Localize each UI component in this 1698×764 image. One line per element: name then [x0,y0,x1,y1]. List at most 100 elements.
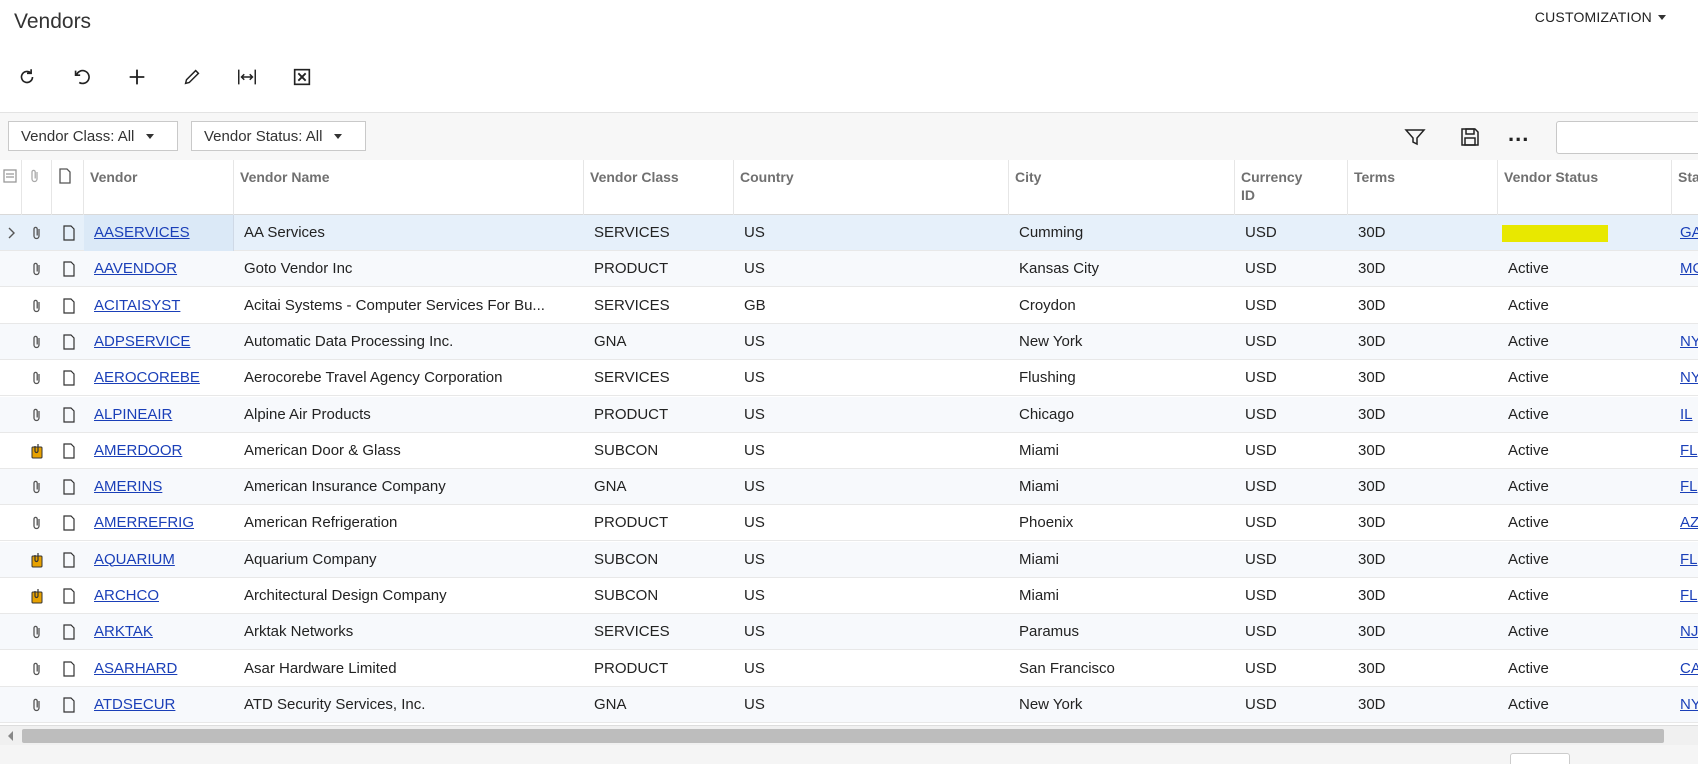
cell-state[interactable]: FL [1672,542,1698,578]
vendor-link[interactable]: AMERDOOR [94,442,182,459]
cell-state[interactable]: CA [1672,651,1698,687]
cell-vendor[interactable]: AMERDOOR [84,433,234,469]
vendor-link[interactable]: ARCHCO [94,587,159,604]
cell-state[interactable]: IL [1672,397,1698,433]
cell-vendor[interactable]: AMERINS [84,469,234,505]
vendor-link[interactable]: ALPINEAIR [94,406,172,423]
cell-vendor[interactable]: ACITAISYST [84,288,234,324]
table-row[interactable]: AMERINS American Insurance Company GNA US Mi… [0,469,1698,506]
filter-icon[interactable] [1403,125,1427,149]
table-row[interactable]: AASERVICES AA Services SERVICES US Cumming US… [0,215,1698,251]
row-files-button[interactable] [26,360,48,396]
cell-vendor[interactable]: AASERVICES [84,215,234,251]
column-header-vendor-status[interactable]: Vendor Status [1498,160,1672,215]
export-excel-button[interactable] [287,62,342,92]
table-row[interactable]: AEROCOREBE Aerocorebe Travel Agency Corpo… [0,360,1698,397]
cell-state[interactable]: NY [1672,360,1698,396]
page-size-input[interactable] [1510,753,1570,764]
cell-vendor[interactable]: AQUARIUM [84,542,234,578]
column-header-vendor-name[interactable]: Vendor Name [234,160,584,215]
search-input[interactable] [1556,121,1698,154]
vendor-link[interactable]: AASERVICES [94,224,190,241]
column-header-vendor-class[interactable]: Vendor Class [584,160,734,215]
vendor-link[interactable]: ASARHARD [94,660,177,677]
scrollbar-thumb[interactable] [22,729,1664,743]
cell-state[interactable]: NJ [1672,614,1698,650]
cell-vendor[interactable]: AEROCOREBE [84,360,234,396]
state-link[interactable]: IL [1680,406,1693,423]
cell-vendor[interactable]: ARCHCO [84,578,234,614]
vendor-link[interactable]: AMERREFRIG [94,514,194,531]
row-notes-button[interactable] [58,360,80,396]
cell-vendor[interactable]: AAVENDOR [84,251,234,287]
row-notes-button[interactable] [58,288,80,324]
state-link[interactable]: FL [1680,442,1698,459]
vendor-link[interactable]: ARKTAK [94,623,153,640]
cell-state[interactable]: GA [1672,215,1698,251]
row-files-button[interactable] [26,542,48,578]
state-link[interactable]: MO [1680,260,1698,277]
save-filter-icon[interactable] [1458,125,1482,149]
cell-state[interactable]: MO [1672,251,1698,287]
row-files-button[interactable] [26,215,48,251]
state-link[interactable]: NY [1680,333,1698,350]
row-files-button[interactable] [26,324,48,360]
cell-state[interactable]: FL [1672,578,1698,614]
vendor-link[interactable]: AEROCOREBE [94,369,200,386]
scroll-left-icon[interactable] [8,731,13,741]
table-row[interactable]: AAVENDOR Goto Vendor Inc PRODUCT US Kansas C… [0,251,1698,288]
row-files-button[interactable] [26,469,48,505]
vendor-link[interactable]: AMERINS [94,478,162,495]
row-notes-button[interactable] [58,542,80,578]
cell-vendor[interactable]: ASARHARD [84,651,234,687]
table-row[interactable]: ACITAISYST Acitai Systems - Computer Serv… [0,288,1698,324]
row-notes-button[interactable] [58,687,80,723]
table-row[interactable]: ALPINEAIR Alpine Air Products PRODUCT US Chi… [0,396,1698,433]
vendor-link[interactable]: AAVENDOR [94,260,177,277]
state-link[interactable]: FL [1680,551,1698,568]
column-header-vendor[interactable]: Vendor [84,160,234,215]
table-row[interactable]: AMERREFRIG American Refrigeration PRODUCT U… [0,505,1698,542]
state-link[interactable]: CA [1680,660,1698,677]
vendor-link[interactable]: AQUARIUM [94,551,175,568]
vendor-status-filter[interactable]: Vendor Status: All [191,121,366,151]
vendor-class-filter[interactable]: Vendor Class: All [8,121,178,151]
cell-vendor[interactable]: ALPINEAIR [84,397,234,433]
state-link[interactable]: NJ [1680,623,1698,640]
status-highlight[interactable] [1502,225,1608,242]
row-files-button[interactable] [26,614,48,650]
vendor-link[interactable]: ACITAISYST [94,297,180,314]
table-row[interactable]: ADPSERVICE Automatic Data Processing Inc.… [0,323,1698,360]
row-files-button[interactable] [26,251,48,287]
row-notes-button[interactable] [58,614,80,650]
state-link[interactable]: NY [1680,369,1698,386]
column-header-terms[interactable]: Terms [1348,160,1498,215]
row-files-button[interactable] [26,433,48,469]
vendor-link[interactable]: ADPSERVICE [94,333,190,350]
row-files-button[interactable] [26,578,48,614]
table-row[interactable]: ATDSECUR ATD Security Services, Inc. GNA US… [0,686,1698,723]
row-notes-button[interactable] [58,578,80,614]
row-files-button[interactable] [26,687,48,723]
customization-menu[interactable]: CUSTOMIZATION [1535,9,1666,25]
state-link[interactable]: FL [1680,478,1698,495]
row-files-button[interactable] [26,651,48,687]
table-row[interactable]: ASARHARD Asar Hardware Limited PRODUCT US Sa… [0,651,1698,687]
column-header-country[interactable]: Country [734,160,1009,215]
cell-vendor[interactable]: ATDSECUR [84,687,234,723]
fit-columns-button[interactable] [232,62,287,92]
column-header-city[interactable]: City [1009,160,1235,215]
notes-column-header[interactable] [52,160,84,215]
files-column-header[interactable] [22,160,52,215]
table-row[interactable]: AQUARIUM Aquarium Company SUBCON US Miami USD… [0,541,1698,578]
row-notes-button[interactable] [58,433,80,469]
row-files-button[interactable] [26,397,48,433]
cell-state[interactable]: FL [1672,469,1698,505]
undo-button[interactable] [67,62,122,92]
edit-button[interactable] [177,62,232,92]
cell-vendor[interactable]: ARKTAK [84,614,234,650]
state-link[interactable]: GA [1680,224,1698,241]
cell-state[interactable]: NY [1672,324,1698,360]
cell-state[interactable]: NY [1672,687,1698,723]
table-row[interactable]: ARCHCO Architectural Design Company SUBCON… [0,578,1698,614]
